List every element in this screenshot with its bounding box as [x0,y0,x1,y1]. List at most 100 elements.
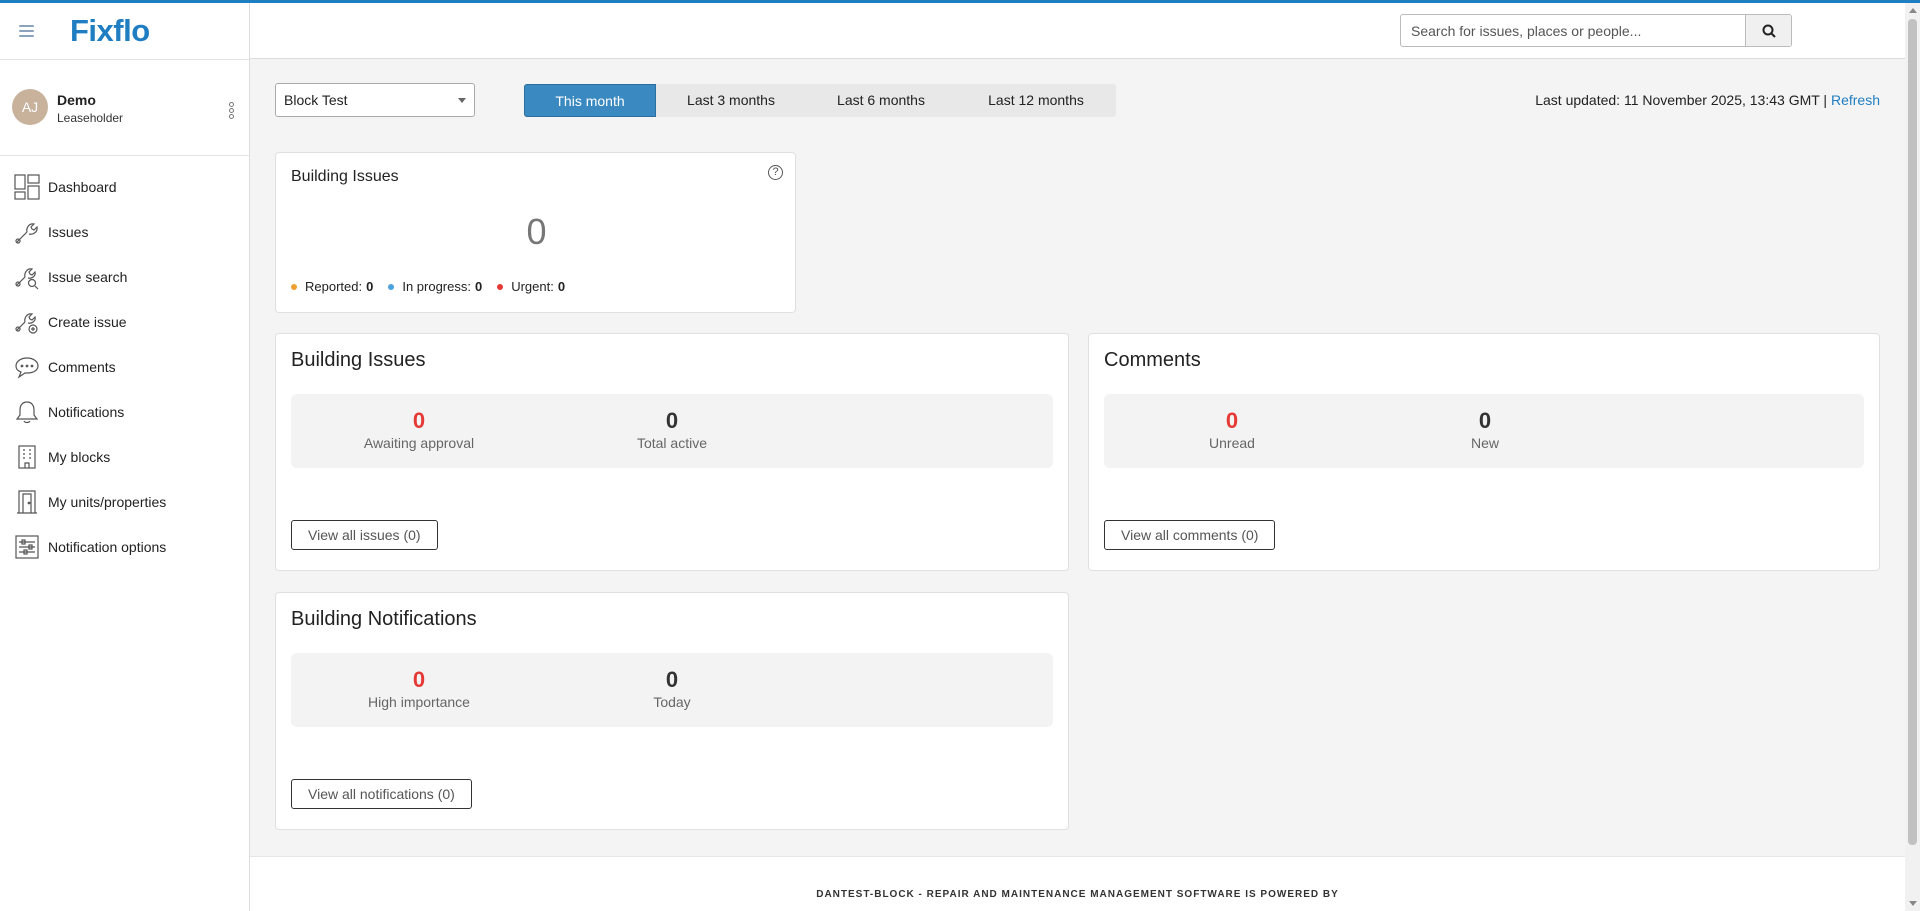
card-title: Building Notifications [291,608,477,630]
stat-label: Awaiting approval [363,435,475,451]
footer-text: DANTEST-BLOCK - REPAIR AND MAINTENANCE M… [816,889,1339,900]
building-issues-card: Building Issues 0 Awaiting approval 0 To… [275,333,1069,571]
refresh-link[interactable]: Refresh [1831,92,1880,108]
legend-urgent: Urgent: 0 [497,279,565,294]
block-select-value: Block Test [284,92,348,108]
view-all-notifications-button[interactable]: View all notifications (0) [291,779,472,809]
stats-box: 0 High importance 0 Today [291,653,1053,727]
speech-bubble-icon [14,354,40,380]
sidebar-item-label: Issues [48,223,89,240]
bell-icon [14,399,40,425]
sidebar-header: Fixflo [0,3,249,60]
total-issues-count: 0 [526,211,547,252]
tab-last-3-months[interactable]: Last 3 months [656,84,806,117]
user-role: Leaseholder [57,111,124,125]
help-icon[interactable]: ? [768,165,783,180]
building-icon [14,444,40,470]
sidebar-item-notification-options[interactable]: Notification options [0,524,249,569]
legend-label: Reported: [305,279,363,294]
sidebar-item-label: Comments [48,358,116,375]
legend-value: 0 [366,279,374,294]
stat-label: Unread [1209,435,1255,451]
stat-value: 0 [665,408,679,433]
stat-label: High importance [368,694,470,710]
sidebar: Fixflo AJ Demo Leaseholder Dashboard Iss… [0,3,250,911]
top-bar [250,3,1905,59]
sidebar-item-label: Notification options [48,538,167,555]
sidebar-item-comments[interactable]: Comments [0,344,249,389]
stat-today[interactable]: 0 Today [592,667,752,710]
wrench-add-icon [14,309,40,335]
stat-label: Today [653,694,691,710]
stat-label: New [1470,435,1499,451]
sidebar-item-label: Dashboard [48,178,117,195]
stat-value: 0 [1225,408,1239,433]
legend-value: 0 [557,279,566,294]
stat-value: 0 [412,408,426,433]
sidebar-item-notifications[interactable]: Notifications [0,389,249,434]
tab-last-6-months[interactable]: Last 6 months [806,84,956,117]
card-title: Comments [1104,349,1201,371]
sidebar-item-issues[interactable]: Issues [0,209,249,254]
tab-last-12-months[interactable]: Last 12 months [956,84,1116,117]
scroll-down-arrow-icon[interactable] [1909,901,1917,906]
search-input[interactable] [1401,15,1745,46]
view-all-issues-button[interactable]: View all issues (0) [291,520,438,550]
sidebar-item-my-units[interactable]: My units/properties [0,479,249,524]
stat-awaiting-approval[interactable]: 0 Awaiting approval [339,408,499,451]
block-select[interactable]: Block Test [275,83,475,117]
tab-this-month[interactable]: This month [524,84,656,117]
search-icon [1762,24,1776,38]
sliders-icon [14,534,40,560]
scrollbar-thumb[interactable] [1908,19,1917,845]
sidebar-item-label: Notifications [48,403,125,420]
more-options-icon[interactable] [227,102,235,124]
stat-unread[interactable]: 0 Unread [1152,408,1312,451]
in-progress-dot-icon [388,283,395,290]
logo[interactable]: Fixflo [70,13,150,49]
card-title: Building Issues [291,349,426,371]
legend-label: Urgent: [511,279,554,294]
legend-in-progress: In progress: 0 [388,279,482,294]
sidebar-item-my-blocks[interactable]: My blocks [0,434,249,479]
building-issues-summary-card: Building Issues ? 0 Reported: 0 In progre… [275,152,796,313]
stat-label: Total active [636,435,708,451]
stat-total-active[interactable]: 0 Total active [592,408,752,451]
sidebar-item-label: My blocks [48,448,111,465]
issues-legend: Reported: 0 In progress: 0 Urgent: 0 [291,279,580,294]
legend-value: 0 [474,279,483,294]
stats-box: 0 Unread 0 New [1104,394,1864,468]
chevron-down-icon [458,98,466,103]
footer: DANTEST-BLOCK - REPAIR AND MAINTENANCE M… [250,856,1905,911]
sidebar-item-create-issue[interactable]: Create issue [0,299,249,344]
period-tabs: This month Last 3 months Last 6 months L… [524,84,1116,117]
last-updated: Last updated: 11 November 2025, 13:43 GM… [1535,92,1880,108]
wrench-search-icon [14,264,40,290]
stat-new[interactable]: 0 New [1405,408,1565,451]
stat-value: 0 [665,667,679,692]
search-bar [1400,14,1792,47]
avatar[interactable]: AJ [12,89,48,125]
last-updated-text: Last updated: 11 November 2025, 13:43 GM… [1535,92,1828,108]
dashboard-icon [14,173,40,200]
hamburger-menu-icon[interactable] [19,25,34,37]
scroll-up-arrow-icon[interactable] [1909,8,1917,13]
user-panel: AJ Demo Leaseholder [0,60,249,156]
legend-reported: Reported: 0 [291,279,373,294]
search-button[interactable] [1745,15,1791,46]
comments-card: Comments 0 Unread 0 New View all comment… [1088,333,1880,571]
stat-high-importance[interactable]: 0 High importance [339,667,499,710]
vertical-scrollbar[interactable] [1905,3,1920,911]
reported-dot-icon [291,283,297,290]
sidebar-item-label: My units/properties [48,493,167,510]
building-notifications-card: Building Notifications 0 High importance… [275,592,1069,830]
view-all-comments-button[interactable]: View all comments (0) [1104,520,1276,550]
sidebar-nav: Dashboard Issues Issue search Create iss… [0,156,249,569]
door-icon [14,489,40,515]
sidebar-item-dashboard[interactable]: Dashboard [0,164,249,209]
stat-value: 0 [412,667,426,692]
sidebar-item-label: Issue search [48,268,128,285]
user-name: Demo [57,92,96,108]
sidebar-item-issue-search[interactable]: Issue search [0,254,249,299]
sidebar-item-label: Create issue [48,313,127,330]
